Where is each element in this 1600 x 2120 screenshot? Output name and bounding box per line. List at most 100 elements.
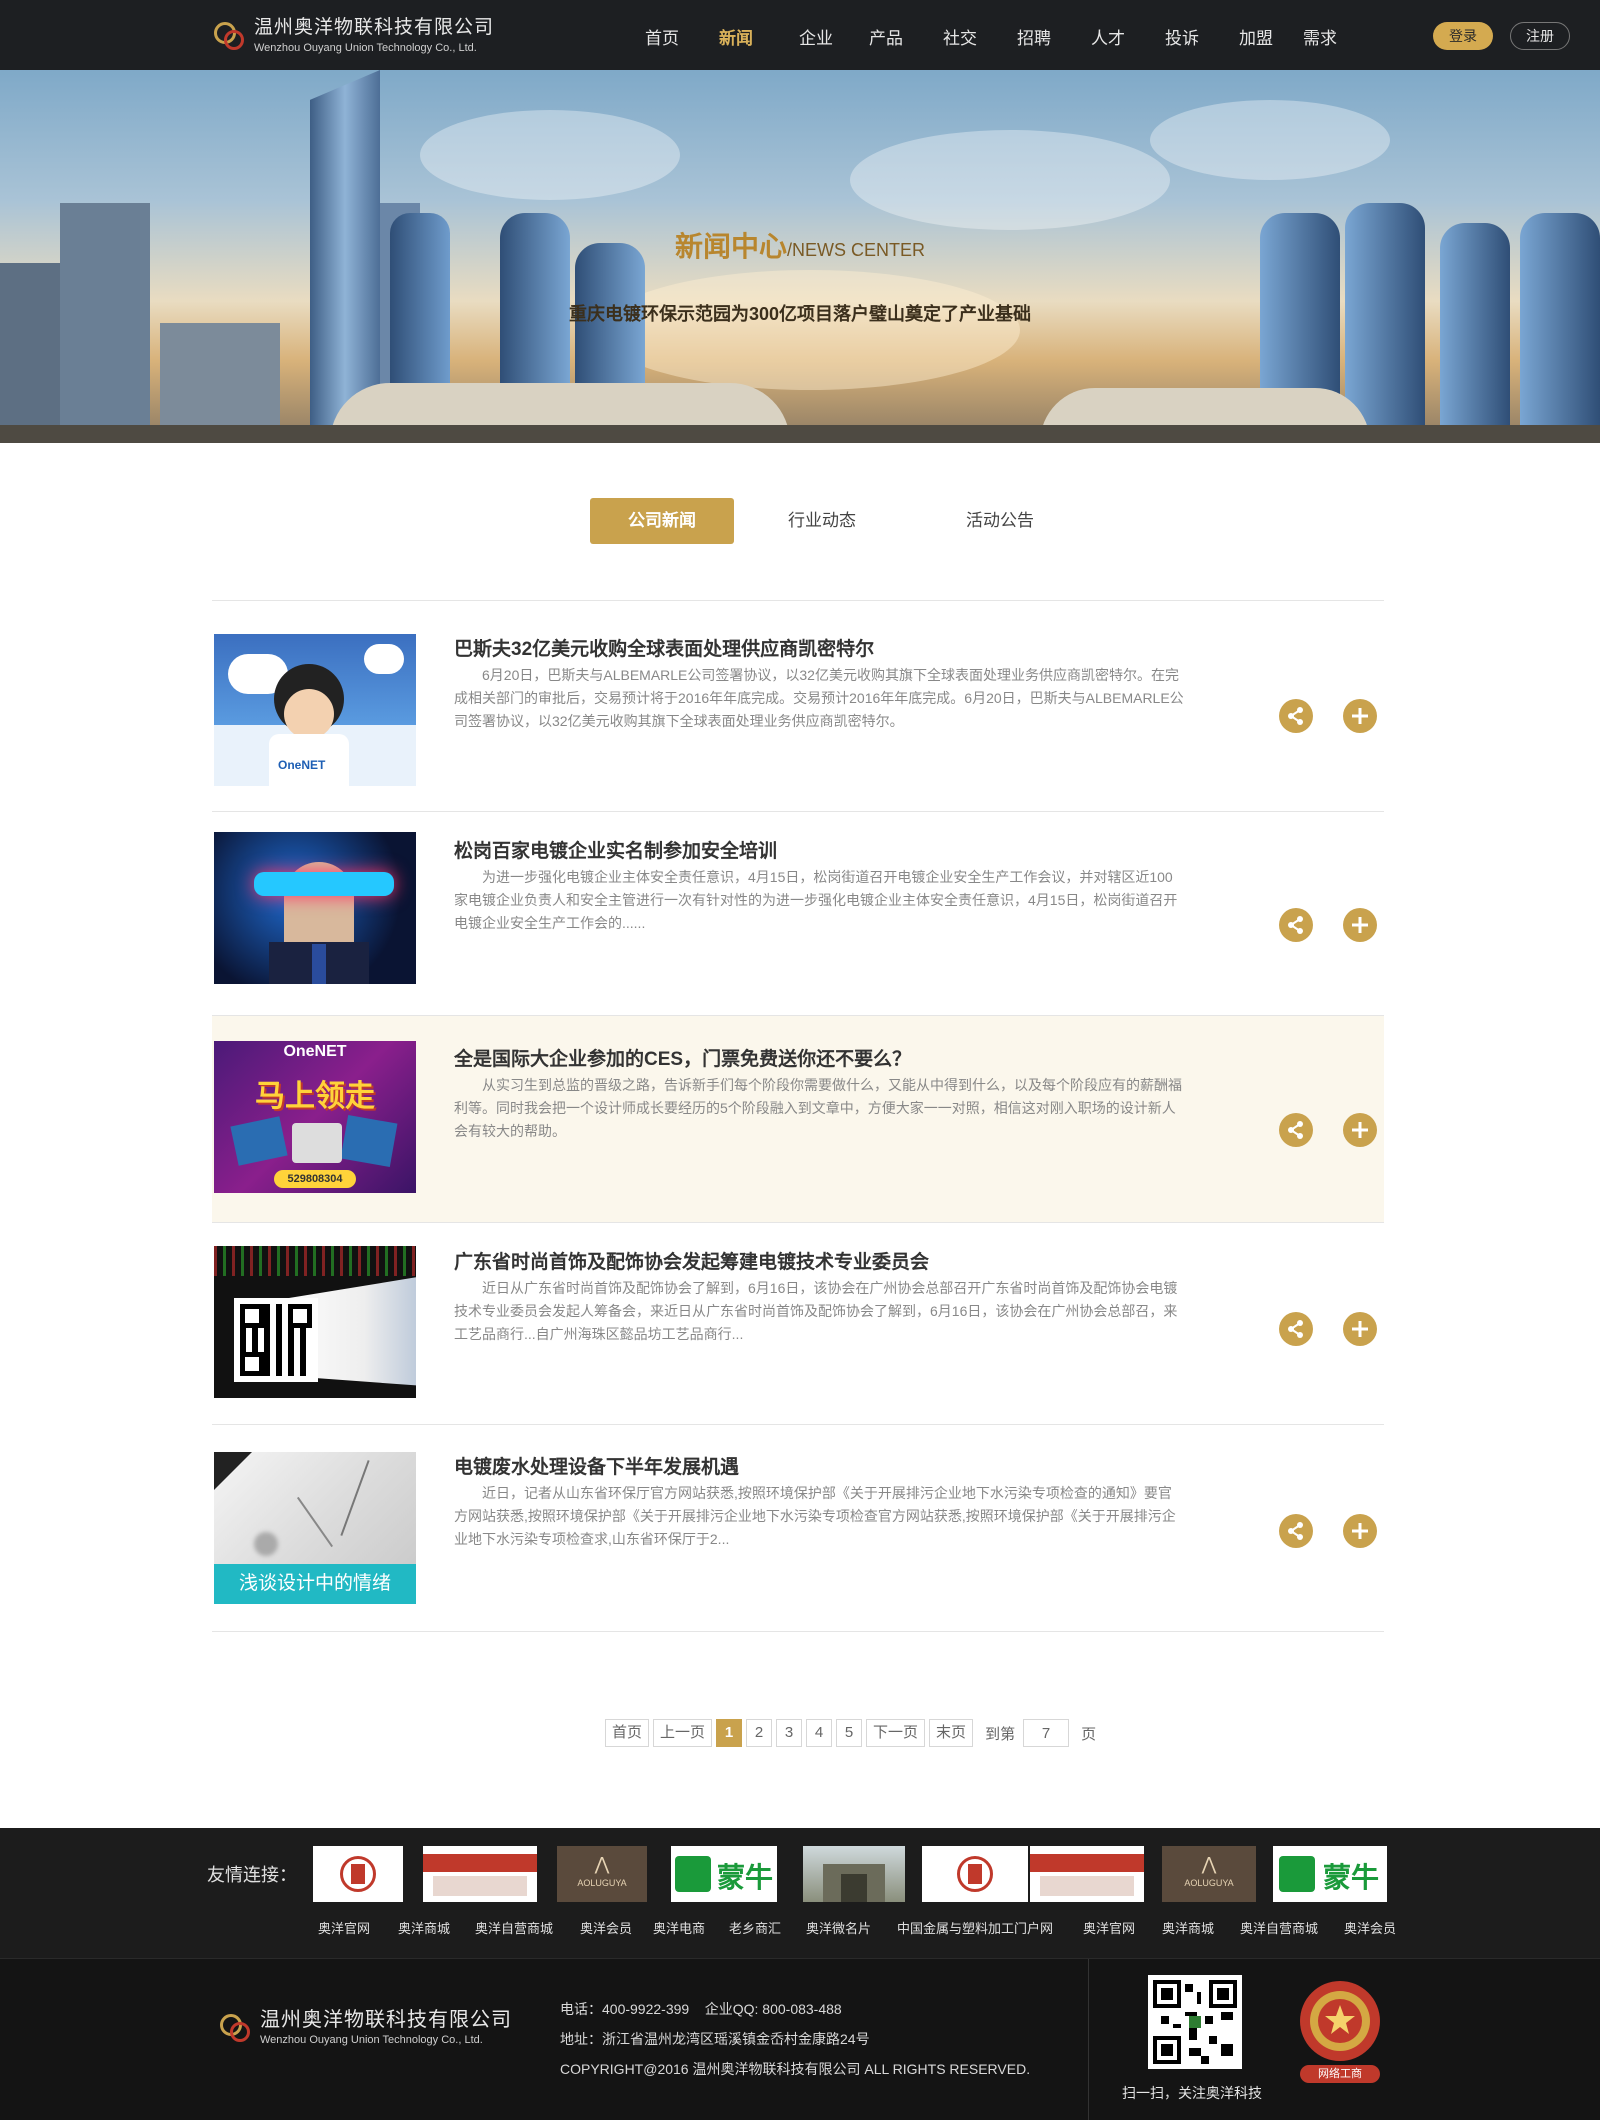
- friend-link-logo[interactable]: 蒙牛: [1273, 1846, 1387, 1902]
- footer-logo-name-cn: 温州奥洋物联科技有限公司: [260, 2009, 512, 2031]
- friend-link-name[interactable]: 奥洋会员: [1344, 1918, 1396, 1937]
- news-summary: 近日从广东省时尚首饰及配饰协会了解到，6月16日，该协会在广州协会总部召开广东省…: [454, 1280, 1178, 1342]
- news-thumbnail[interactable]: 浅谈设计中的情绪: [214, 1452, 416, 1604]
- company-logo[interactable]: 温州奥洋物联科技有限公司 Wenzhou Ouyang Union Techno…: [212, 12, 532, 60]
- friend-links-label: 友情连接：: [207, 1865, 297, 1885]
- share-icon[interactable]: [1279, 1113, 1313, 1147]
- tab-announcements[interactable]: 活动公告: [910, 498, 1090, 544]
- last-page-button[interactable]: 末页: [929, 1719, 974, 1747]
- friend-link-name[interactable]: 奥洋自营商城: [475, 1918, 553, 1937]
- site-footer: 温州奥洋物联科技有限公司 Wenzhou Ouyang Union Techno…: [0, 1958, 1600, 2120]
- news-title[interactable]: 巴斯夫32亿美元收购全球表面处理供应商凯密特尔: [454, 634, 874, 661]
- hero-banner: 新闻中心/NEWS CENTER 重庆电镀环保示范园为300亿项目落户璧山奠定了…: [0, 70, 1600, 443]
- badge-label: 网络工商: [1318, 2068, 1362, 2080]
- share-icon[interactable]: [1279, 908, 1313, 942]
- friend-link-logo[interactable]: [803, 1846, 905, 1902]
- page-number-3[interactable]: 3: [776, 1719, 803, 1747]
- news-title[interactable]: 广东省时尚首饰及配饰协会发起筹建电镀技术专业委员会: [454, 1247, 929, 1274]
- footer-copyright: COPYRIGHT@2016 温州奥洋物联科技有限公司 ALL RIGHTS R…: [560, 2061, 1031, 2077]
- share-icon[interactable]: [1279, 699, 1313, 733]
- friend-link-name[interactable]: 老乡商汇: [729, 1918, 781, 1937]
- goto-label: 到第: [985, 1725, 1016, 1743]
- footer-address: 地址：浙江省温州龙湾区瑶溪镇金岙村金康路24号: [560, 2031, 870, 2047]
- nav-item-jobs[interactable]: 招聘: [1002, 0, 1066, 70]
- nav-item-social[interactable]: 社交: [918, 0, 1002, 70]
- friend-link-name[interactable]: 奥洋电商: [653, 1918, 705, 1937]
- first-page-button[interactable]: 首页: [605, 1719, 650, 1747]
- news-item[interactable]: 广东省时尚首饰及配饰协会发起筹建电镀技术专业委员会 近日从广东省时尚首饰及配饰协…: [212, 1223, 1384, 1425]
- news-item[interactable]: OneNET 巴斯夫32亿美元收购全球表面处理供应商凯密特尔 6月20日，巴斯夫…: [212, 601, 1384, 812]
- news-thumbnail[interactable]: OneNET: [214, 634, 416, 786]
- share-icon[interactable]: [1279, 1312, 1313, 1346]
- add-icon[interactable]: [1343, 1312, 1377, 1346]
- friend-link-name[interactable]: 奥洋官网: [318, 1918, 370, 1937]
- add-icon[interactable]: [1343, 699, 1377, 733]
- footer-contact-info: 电话：400-9922-399 企业QQ: 800-083-488 地址：浙江省…: [560, 1994, 1030, 2084]
- friend-link-logo[interactable]: [1030, 1846, 1144, 1902]
- friend-link-name[interactable]: 奥洋商城: [1162, 1918, 1214, 1937]
- nav-item-news[interactable]: 新闻: [694, 0, 778, 70]
- page-unit-label: 页: [1081, 1725, 1097, 1743]
- news-thumbnail[interactable]: OneNET 马上领走 529808304: [214, 1041, 416, 1193]
- nav-item-join[interactable]: 加盟: [1214, 0, 1298, 70]
- nav-item-enterprise[interactable]: 企业: [778, 0, 854, 70]
- logo-rings-icon: [218, 2010, 254, 2046]
- friend-link-name[interactable]: 奥洋微名片: [806, 1918, 871, 1937]
- login-button[interactable]: 登录: [1433, 22, 1493, 50]
- nav-item-demand[interactable]: 需求: [1298, 0, 1342, 70]
- next-page-button[interactable]: 下一页: [866, 1719, 926, 1747]
- news-thumbnail[interactable]: [214, 1246, 416, 1398]
- friend-link-name[interactable]: 中国金属与塑料加工门户网: [897, 1918, 1053, 1937]
- news-item[interactable]: 浅谈设计中的情绪 电镀废水处理设备下半年发展机遇 近日，记者从山东省环保厅官方网…: [212, 1425, 1384, 1632]
- friend-link-name[interactable]: 奥洋会员: [580, 1918, 632, 1937]
- add-icon[interactable]: [1343, 908, 1377, 942]
- friend-link-logo[interactable]: 蒙牛: [671, 1846, 777, 1902]
- news-summary: 从实习生到总监的晋级之路，告诉新手们每个阶段你需要做什么，又能从中得到什么，以及…: [454, 1077, 1182, 1139]
- wechat-qr-code: [1148, 1975, 1242, 2069]
- news-summary: 为进一步强化电镀企业主体安全责任意识，4月15日，松岗街道召开电镀企业安全生产工…: [454, 869, 1178, 931]
- page-number-4[interactable]: 4: [806, 1719, 833, 1747]
- friend-link-name[interactable]: 奥洋官网: [1083, 1918, 1135, 1937]
- page-number-2[interactable]: 2: [746, 1719, 773, 1747]
- nav-item-talent[interactable]: 人才: [1066, 0, 1150, 70]
- add-icon[interactable]: [1343, 1113, 1377, 1147]
- friend-link-logo[interactable]: ⋀ AOLUGUYA: [1162, 1846, 1256, 1902]
- site-header: 温州奥洋物联科技有限公司 Wenzhou Ouyang Union Techno…: [0, 0, 1600, 70]
- register-button[interactable]: 注册: [1510, 22, 1570, 50]
- friend-link-logo[interactable]: ⋀ AOLUGUYA: [557, 1846, 647, 1902]
- friend-link-logo[interactable]: [423, 1846, 537, 1902]
- footer-logo[interactable]: 温州奥洋物联科技有限公司 Wenzhou Ouyang Union Techno…: [218, 2009, 512, 2046]
- nav-item-home[interactable]: 首页: [630, 0, 694, 70]
- goto-page-input[interactable]: [1023, 1719, 1070, 1747]
- qr-caption: 扫一扫，关注奥洋科技: [1122, 2085, 1262, 2101]
- banner-title: 新闻中心/NEWS CENTER: [0, 225, 1600, 265]
- footer-phone: 电话：400-9922-399 企业QQ: 800-083-488: [560, 2001, 842, 2017]
- page-number-1[interactable]: 1: [716, 1719, 743, 1747]
- page-number-5[interactable]: 5: [836, 1719, 863, 1747]
- news-title[interactable]: 松岗百家电镀企业实名制参加安全培训: [454, 836, 777, 863]
- nav-item-complaint[interactable]: 投诉: [1150, 0, 1214, 70]
- banner-title-cn: 新闻中心: [674, 231, 787, 262]
- news-title[interactable]: 电镀废水处理设备下半年发展机遇: [454, 1452, 739, 1479]
- news-summary: 近日，记者从山东省环保厅官方网站获悉,按照环境保护部《关于开展排污企业地下水污染…: [454, 1485, 1176, 1547]
- nav-item-products[interactable]: 产品: [854, 0, 918, 70]
- news-summary: 6月20日，巴斯夫与ALBEMARLE公司签署协议，以32亿美元收购其旗下全球表…: [454, 667, 1184, 729]
- friend-link-name[interactable]: 奥洋商城: [398, 1918, 450, 1937]
- logo-name-en: Wenzhou Ouyang Union Technology Co., Ltd…: [254, 41, 477, 54]
- tab-company-news[interactable]: 公司新闻: [590, 498, 734, 544]
- news-item[interactable]: OneNET 马上领走 529808304 全是国际大企业参加的CES，门票免费…: [212, 1016, 1384, 1223]
- divider: [1088, 1959, 1089, 2120]
- add-icon[interactable]: [1343, 1514, 1377, 1548]
- prev-page-button[interactable]: 上一页: [653, 1719, 713, 1747]
- tab-industry-news[interactable]: 行业动态: [734, 498, 910, 544]
- friend-link-name[interactable]: 奥洋自营商城: [1240, 1918, 1318, 1937]
- logo-name-cn: 温州奥洋物联科技有限公司: [254, 17, 495, 38]
- share-icon[interactable]: [1279, 1514, 1313, 1548]
- business-license-badge-icon[interactable]: 网络工商: [1295, 1979, 1385, 2084]
- friend-link-logo[interactable]: [922, 1846, 1028, 1902]
- news-title[interactable]: 全是国际大企业参加的CES，门票免费送你还不要么？: [454, 1044, 911, 1071]
- news-thumbnail[interactable]: [214, 832, 416, 984]
- news-item[interactable]: 松岗百家电镀企业实名制参加安全培训 为进一步强化电镀企业主体安全责任意识，4月1…: [212, 812, 1384, 1016]
- banner-title-en: /NEWS CENTER: [787, 240, 926, 260]
- friend-link-logo[interactable]: [313, 1846, 403, 1902]
